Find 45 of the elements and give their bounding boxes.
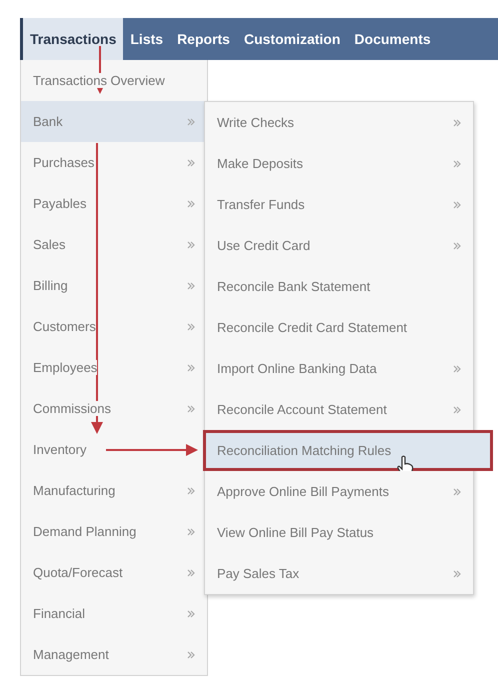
menu-item-label: Financial (33, 606, 86, 621)
nav-tab[interactable]: Customization (236, 18, 348, 60)
menu-item-label: Sales (33, 237, 66, 252)
menu-item-label: Payables (33, 196, 86, 211)
menu-item[interactable]: Import Online Banking Data (205, 348, 473, 389)
menu-item[interactable]: Write Checks (205, 102, 473, 143)
menu-item-label: Reconcile Account Statement (217, 402, 387, 417)
menu-item-label: Inventory (33, 442, 86, 457)
menu-item-label: Pay Sales Tax (217, 566, 300, 581)
menu-item-label: Employees (33, 360, 98, 375)
menu-item-label: Transfer Funds (217, 197, 305, 212)
menu-item-label: Management (33, 647, 109, 662)
menu-item[interactable]: Make Deposits (205, 143, 473, 184)
nav-tab[interactable]: Transactions (23, 18, 124, 60)
menu-item-label: View Online Bill Pay Status (217, 525, 374, 540)
menu-item[interactable]: Reconcile Account Statement (205, 389, 473, 430)
menu-item-label: Quota/Forecast (33, 565, 123, 580)
menu-item-label: Reconcile Credit Card Statement (217, 320, 408, 335)
menu-item-label: Customers (33, 319, 96, 334)
menu-item-label: Billing (33, 278, 68, 293)
menu-item-label: Use Credit Card (217, 238, 310, 253)
nav-tab[interactable]: Lists (123, 18, 170, 60)
menu-item[interactable]: Reconcile Credit Card Statement (205, 307, 473, 348)
nav-tab[interactable]: Reports (170, 18, 237, 60)
menu-item-label: Demand Planning (33, 524, 136, 539)
menu-item[interactable]: Reconciliation Matching Rules (203, 430, 493, 471)
nav-tab[interactable]: Documents (347, 18, 438, 60)
menu-item-label: Approve Online Bill Payments (217, 484, 389, 499)
menu-item-label: Transactions Overview (33, 73, 165, 88)
menu-item[interactable]: View Online Bill Pay Status (205, 512, 473, 553)
menu-item-label: Write Checks (217, 115, 294, 130)
menu-item-label: Manufacturing (33, 483, 116, 498)
menu-item[interactable]: Use Credit Card (205, 225, 473, 266)
menu-item[interactable]: Pay Sales Tax (205, 553, 473, 594)
menu-item[interactable]: Approve Online Bill Payments (205, 471, 473, 512)
menu-item-label: Purchases (33, 155, 94, 170)
menu-item[interactable]: Reconcile Bank Statement (205, 266, 473, 307)
menu-item[interactable]: Transfer Funds (205, 184, 473, 225)
menu-item-label: Reconcile Bank Statement (217, 279, 370, 294)
menu-item-label: Make Deposits (217, 156, 303, 171)
menu-item-label: Bank (33, 114, 63, 129)
menu-item-label: Import Online Banking Data (217, 361, 377, 376)
menu-item[interactable]: Bank (21, 101, 207, 142)
menu-item-label: Reconciliation Matching Rules (217, 443, 392, 458)
menu-item-label: Commissions (33, 401, 112, 416)
